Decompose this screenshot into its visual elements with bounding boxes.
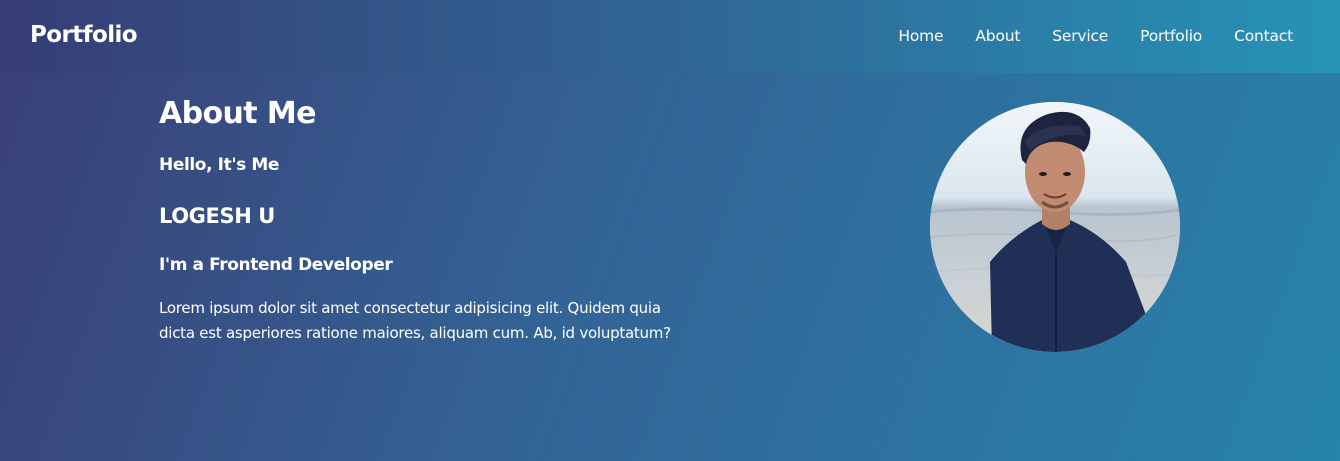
nav-link-home[interactable]: Home <box>898 27 943 45</box>
nav-link-service[interactable]: Service <box>1052 27 1108 45</box>
brand-logo[interactable]: Portfolio <box>30 22 138 48</box>
profile-photo <box>930 102 1180 352</box>
nav-menu: Home About Service Portfolio Contact <box>866 26 1293 45</box>
about-section: About Me Hello, It's Me LOGESH U I'm a F… <box>159 94 699 346</box>
navbar: Portfolio Home About Service Portfolio C… <box>0 0 1340 73</box>
section-title: About Me <box>159 96 316 131</box>
about-description: Lorem ipsum dolor sit amet consectetur a… <box>159 299 671 342</box>
nav-link-about[interactable]: About <box>975 27 1020 45</box>
greeting-text: Hello, It's Me <box>159 155 280 175</box>
nav-link-contact[interactable]: Contact <box>1234 27 1293 45</box>
profile-photo-illustration <box>930 102 1180 352</box>
person-name: LOGESH U <box>159 204 275 228</box>
nav-link-portfolio[interactable]: Portfolio <box>1140 27 1202 45</box>
role-text: I'm a Frontend Developer <box>159 255 393 275</box>
